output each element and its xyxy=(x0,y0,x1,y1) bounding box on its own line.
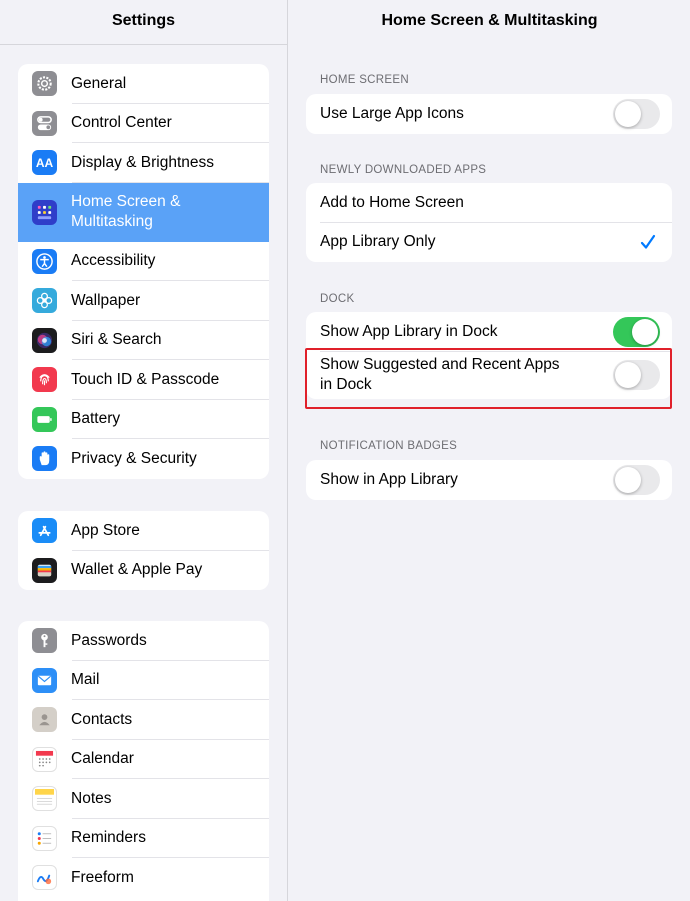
sidebar-item-label: Display & Brightness xyxy=(71,153,215,171)
sidebar-item-label: Freeform xyxy=(71,868,134,886)
sidebar-item-freeform[interactable]: Freeform xyxy=(18,858,269,898)
section-header-home-screen: HOME SCREEN xyxy=(320,74,409,86)
sidebar-item-label: Reminders xyxy=(71,829,146,847)
sidebar-item-label: General xyxy=(71,74,127,92)
sidebar-item-label: Accessibility xyxy=(71,252,156,270)
group-newly-downloaded: Add to Home Screen App Library Only xyxy=(306,183,672,262)
contacts-icon xyxy=(32,707,57,733)
sidebar-item-wallpaper[interactable]: Wallpaper xyxy=(18,281,269,321)
settings-group-system: General Control Center AA Display & Brig… xyxy=(18,64,269,479)
row-label: Show App Library in Dock xyxy=(320,322,498,340)
settings-group-store: App Store Wallet & Apple Pay xyxy=(18,511,269,590)
sidebar-item-label: Siri & Search xyxy=(71,331,162,349)
section-header-dock: DOCK xyxy=(320,293,355,305)
settings-group-apps: Passwords Mail Contacts Calendar Notes R… xyxy=(18,621,269,901)
sidebar-item-label: Calendar xyxy=(71,750,134,768)
detail-pane: Home Screen & Multitasking HOME SCREEN U… xyxy=(289,0,690,901)
hand-icon xyxy=(32,446,57,472)
sidebar-item-label: Home Screen & Multitasking xyxy=(71,193,181,230)
show-suggested-recent-apps-toggle[interactable] xyxy=(613,360,660,390)
sidebar-item-privacy-security[interactable]: Privacy & Security xyxy=(18,439,269,479)
row-add-to-home-screen[interactable]: Add to Home Screen xyxy=(306,183,672,223)
gear-icon xyxy=(32,71,57,97)
key-icon xyxy=(32,628,57,654)
freeform-icon xyxy=(32,865,57,891)
sidebar-item-label: Wallet & Apple Pay xyxy=(71,561,203,579)
show-app-library-in-dock-toggle[interactable] xyxy=(613,316,660,347)
reminders-icon xyxy=(32,825,57,851)
sidebar-item-reminders[interactable]: Reminders xyxy=(18,819,269,858)
row-use-large-app-icons: Use Large App Icons xyxy=(306,94,672,134)
checkmark-icon xyxy=(640,232,656,252)
sidebar-item-label: Battery xyxy=(71,410,121,428)
sidebar-item-display-brightness[interactable]: AA Display & Brightness xyxy=(18,143,269,183)
row-show-app-library-in-dock: Show App Library in Dock xyxy=(306,312,672,352)
sidebar-item-calendar[interactable]: Calendar xyxy=(18,740,269,779)
calendar-icon xyxy=(32,746,57,772)
mail-icon xyxy=(32,667,57,693)
battery-icon xyxy=(32,406,57,432)
section-header-newly-downloaded: NEWLY DOWNLOADED APPS xyxy=(320,164,487,176)
grid-icon xyxy=(32,199,57,225)
sidebar: Settings General Control Center AA Displ… xyxy=(0,0,288,901)
sidebar-item-wallet-apple-pay[interactable]: Wallet & Apple Pay xyxy=(18,551,269,591)
row-label: Show in App Library xyxy=(320,470,458,488)
row-label: Add to Home Screen xyxy=(320,193,464,211)
siri-icon xyxy=(32,327,57,353)
sidebar-item-label: Passwords xyxy=(71,631,147,649)
fingerprint-icon xyxy=(32,367,57,393)
wallet-icon xyxy=(32,557,57,583)
sidebar-item-contacts[interactable]: Contacts xyxy=(18,700,269,740)
sidebar-item-label: Wallpaper xyxy=(71,291,141,309)
sidebar-item-label: Touch ID & Passcode xyxy=(71,370,220,388)
use-large-app-icons-toggle[interactable] xyxy=(613,98,660,129)
row-label: App Library Only xyxy=(320,233,436,251)
accessibility-icon xyxy=(32,248,57,274)
sidebar-item-battery[interactable]: Battery xyxy=(18,400,269,439)
row-app-library-only[interactable]: App Library Only xyxy=(306,223,672,263)
sidebar-header-divider xyxy=(0,44,287,45)
text-size-icon: AA xyxy=(32,150,57,176)
flower-icon xyxy=(32,288,57,314)
app-store-icon xyxy=(32,518,57,544)
sidebar-item-notes[interactable]: Notes xyxy=(18,779,269,819)
sidebar-item-accessibility[interactable]: Accessibility xyxy=(18,242,269,281)
detail-title: Home Screen & Multitasking xyxy=(381,12,598,29)
sidebar-item-label: Mail xyxy=(71,671,100,689)
sidebar-item-passwords[interactable]: Passwords xyxy=(18,621,269,661)
group-home-screen: Use Large App Icons xyxy=(306,94,672,134)
sidebar-item-label: Notes xyxy=(71,789,112,807)
group-notification-badges: Show in App Library xyxy=(306,460,672,500)
sidebar-item-label: Privacy & Security xyxy=(71,449,197,467)
show-in-app-library-toggle[interactable] xyxy=(613,464,660,495)
sidebar-item-control-center[interactable]: Control Center xyxy=(18,104,269,143)
sidebar-item-home-screen-multitasking[interactable]: Home Screen & Multitasking xyxy=(18,182,269,242)
sidebar-item-label: Contacts xyxy=(71,710,133,728)
row-show-in-app-library: Show in App Library xyxy=(306,460,672,500)
row-label: Show Suggested and Recent Apps in Dock xyxy=(320,356,560,393)
sidebar-item-mail[interactable]: Mail xyxy=(18,661,269,700)
group-dock: Show App Library in Dock Show Suggested … xyxy=(306,312,672,399)
switches-icon xyxy=(32,110,57,136)
sidebar-item-label: Control Center xyxy=(71,114,172,132)
notes-icon xyxy=(32,786,57,812)
row-label: Use Large App Icons xyxy=(320,104,464,122)
sidebar-item-siri-search[interactable]: Siri & Search xyxy=(18,321,269,360)
sidebar-item-general[interactable]: General xyxy=(18,64,269,104)
sidebar-item-touch-id-passcode[interactable]: Touch ID & Passcode xyxy=(18,360,269,400)
sidebar-item-app-store[interactable]: App Store xyxy=(18,511,269,551)
section-header-notification-badges: NOTIFICATION BADGES xyxy=(320,440,458,452)
row-show-suggested-recent-apps: Show Suggested and Recent Apps in Dock xyxy=(306,352,672,399)
sidebar-item-label: App Store xyxy=(71,521,140,539)
sidebar-title: Settings xyxy=(111,12,176,29)
